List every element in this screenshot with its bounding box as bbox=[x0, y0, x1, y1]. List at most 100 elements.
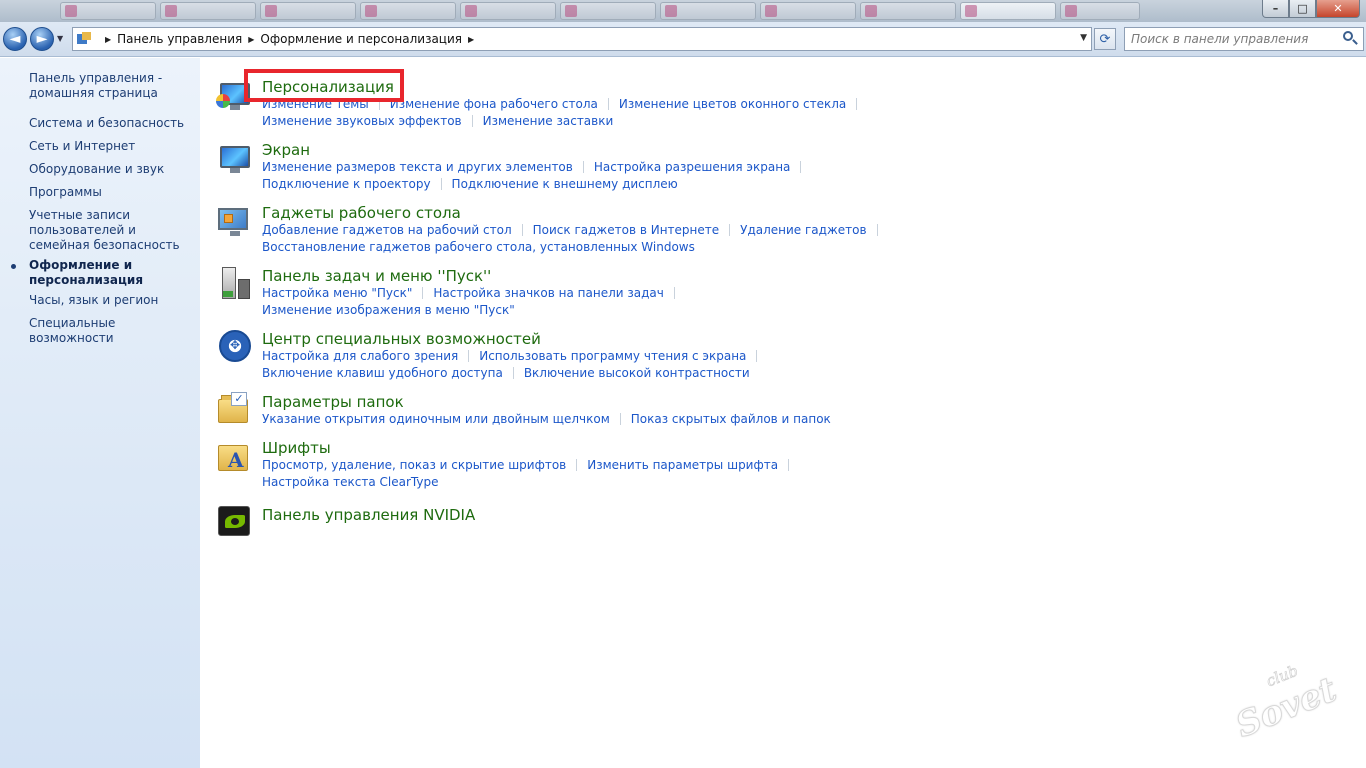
task-link[interactable]: Включение клавиш удобного доступа bbox=[262, 366, 503, 380]
task-row: Настройка меню "Пуск" Настройка значков н… bbox=[262, 286, 685, 301]
task-link[interactable]: Изменение заставки bbox=[483, 114, 614, 128]
task-link[interactable]: Включение высокой контрастности bbox=[524, 366, 750, 380]
task-link[interactable]: Добавление гаджетов на рабочий стол bbox=[262, 223, 512, 237]
sidebar-item-hardware-sound[interactable]: Оборудование и звук bbox=[29, 162, 194, 177]
search-icon[interactable] bbox=[1341, 30, 1359, 48]
refresh-button[interactable]: ⟳ bbox=[1094, 28, 1116, 50]
back-arrow-icon: ◄ bbox=[9, 31, 21, 47]
breadcrumb-separator-icon[interactable]: ▶ bbox=[248, 35, 254, 44]
task-link[interactable]: Поиск гаджетов в Интернете bbox=[533, 223, 720, 237]
breadcrumb-separator-icon[interactable]: ▶ bbox=[105, 35, 111, 44]
gadgets-icon[interactable] bbox=[218, 204, 252, 238]
divider bbox=[521, 224, 523, 236]
refresh-icon: ⟳ bbox=[1099, 31, 1111, 47]
divider bbox=[800, 161, 802, 173]
task-link[interactable]: Изменение звуковых эффектов bbox=[262, 114, 462, 128]
divider bbox=[471, 115, 473, 127]
background-tab bbox=[460, 2, 556, 20]
task-link[interactable]: Подключение к проектору bbox=[262, 177, 431, 191]
task-link[interactable]: Настройка разрешения экрана bbox=[594, 160, 791, 174]
back-button[interactable]: ◄ bbox=[3, 27, 27, 51]
folder-options-icon[interactable]: ✓ bbox=[218, 392, 252, 427]
category-title[interactable]: Шрифты bbox=[262, 439, 331, 457]
breadcrumb-separator-icon[interactable]: ▶ bbox=[468, 35, 474, 44]
category-title[interactable]: Экран bbox=[262, 141, 310, 159]
nvidia-icon[interactable] bbox=[218, 504, 252, 538]
divider bbox=[582, 161, 584, 173]
background-tab bbox=[160, 2, 256, 20]
task-link[interactable]: Подключение к внешнему дисплею bbox=[452, 177, 678, 191]
taskbar-icon[interactable] bbox=[218, 267, 252, 301]
task-link[interactable]: Настройка значков на панели задач bbox=[433, 286, 663, 300]
search-input[interactable] bbox=[1131, 29, 1341, 49]
recent-pages-dropdown-icon[interactable]: ▼ bbox=[57, 34, 67, 44]
divider bbox=[876, 224, 878, 236]
background-tab bbox=[360, 2, 456, 20]
background-tab bbox=[60, 2, 156, 20]
task-link[interactable]: Настройка для слабого зрения bbox=[262, 349, 458, 363]
task-link[interactable]: Изменить параметры шрифта bbox=[587, 458, 778, 472]
task-link[interactable]: Использовать программу чтения с экрана bbox=[479, 349, 746, 363]
sidebar-item-system-security[interactable]: Система и безопасность bbox=[29, 116, 194, 131]
navigation-bar: ◄ ► ▼ ▶ Панель управления ▶ Оформление и… bbox=[0, 22, 1366, 57]
task-link[interactable]: Восстановление гаджетов рабочего стола, … bbox=[262, 240, 695, 254]
background-tab bbox=[860, 2, 956, 20]
task-row: Изменение размеров текста и других элеме… bbox=[262, 160, 811, 175]
task-row: Подключение к проектору Подключение к вне… bbox=[262, 177, 678, 192]
task-link[interactable]: Изменение размеров текста и других элеме… bbox=[262, 160, 573, 174]
category-title[interactable]: Центр специальных возможностей bbox=[262, 330, 541, 348]
ease-of-access-icon[interactable]: ✥ bbox=[218, 330, 252, 364]
task-link[interactable]: Показ скрытых файлов и папок bbox=[631, 412, 831, 426]
task-link[interactable]: Настройка меню "Пуск" bbox=[262, 286, 412, 300]
sidebar-item-clock-language[interactable]: Часы, язык и регион bbox=[29, 293, 194, 308]
category-title[interactable]: Гаджеты рабочего стола bbox=[262, 204, 461, 222]
task-row: Изменение звуковых эффектов Изменение зас… bbox=[262, 114, 613, 129]
task-link[interactable]: Настройка текста ClearType bbox=[262, 475, 438, 489]
category-title[interactable]: Параметры папок bbox=[262, 393, 404, 411]
task-link[interactable]: Изменение фона рабочего стола bbox=[390, 97, 598, 111]
background-tab bbox=[1060, 2, 1140, 20]
fonts-icon[interactable]: A bbox=[218, 439, 252, 473]
window-controls: – □ ✕ bbox=[1262, 0, 1360, 18]
sidebar: Панель управления - домашняя страница Си… bbox=[0, 58, 200, 768]
display-icon[interactable] bbox=[218, 141, 252, 175]
task-link[interactable]: Просмотр, удаление, показ и скрытие шриф… bbox=[262, 458, 566, 472]
category-title[interactable]: Панель управления NVIDIA bbox=[262, 506, 475, 524]
breadcrumb-control-panel[interactable]: Панель управления bbox=[117, 32, 242, 46]
divider bbox=[607, 98, 609, 110]
task-link[interactable]: Изменение цветов оконного стекла bbox=[619, 97, 846, 111]
sidebar-item-programs[interactable]: Программы bbox=[29, 185, 194, 200]
category-title[interactable]: Панель задач и меню ''Пуск'' bbox=[262, 267, 491, 285]
divider bbox=[576, 459, 578, 471]
task-row: Настройка для слабого зрения Использовать… bbox=[262, 349, 767, 364]
task-row: Восстановление гаджетов рабочего стола, … bbox=[262, 240, 695, 255]
close-button[interactable]: ✕ bbox=[1316, 0, 1360, 18]
task-row: Указание открытия одиночным или двойным … bbox=[262, 412, 831, 427]
sidebar-item-network[interactable]: Сеть и Интернет bbox=[29, 139, 194, 154]
sidebar-item-user-accounts[interactable]: Учетные записи пользователей и семейная … bbox=[29, 208, 194, 253]
current-item-bullet-icon bbox=[11, 264, 16, 269]
sidebar-item-ease-of-access[interactable]: Специальные возможности bbox=[29, 316, 194, 346]
sidebar-item-home[interactable]: Панель управления - домашняя страница bbox=[29, 71, 194, 101]
address-bar[interactable]: ▶ Панель управления ▶ Оформление и персо… bbox=[72, 27, 1092, 51]
background-tab bbox=[660, 2, 756, 20]
divider bbox=[440, 178, 442, 190]
minimize-button[interactable]: – bbox=[1262, 0, 1289, 18]
divider bbox=[512, 367, 514, 379]
task-link[interactable]: Указание открытия одиночным или двойным … bbox=[262, 412, 610, 426]
breadcrumb-appearance[interactable]: Оформление и персонализация bbox=[260, 32, 462, 46]
watermark-logo: club Sovet bbox=[1223, 649, 1351, 755]
task-row: Настройка текста ClearType bbox=[262, 475, 438, 490]
background-tab bbox=[260, 2, 356, 20]
task-row: Добавление гаджетов на рабочий стол Поиск… bbox=[262, 223, 888, 238]
task-link[interactable]: Удаление гаджетов bbox=[740, 223, 866, 237]
forward-arrow-icon: ► bbox=[36, 31, 48, 47]
maximize-button[interactable]: □ bbox=[1289, 0, 1316, 18]
background-tab bbox=[560, 2, 656, 20]
sidebar-item-appearance[interactable]: Оформление и персонализация bbox=[29, 258, 194, 288]
address-dropdown-icon[interactable]: ▼ bbox=[1080, 33, 1087, 43]
forward-button[interactable]: ► bbox=[30, 27, 54, 51]
search-box[interactable] bbox=[1124, 27, 1364, 51]
divider bbox=[422, 287, 424, 299]
task-link[interactable]: Изменение изображения в меню "Пуск" bbox=[262, 303, 515, 317]
